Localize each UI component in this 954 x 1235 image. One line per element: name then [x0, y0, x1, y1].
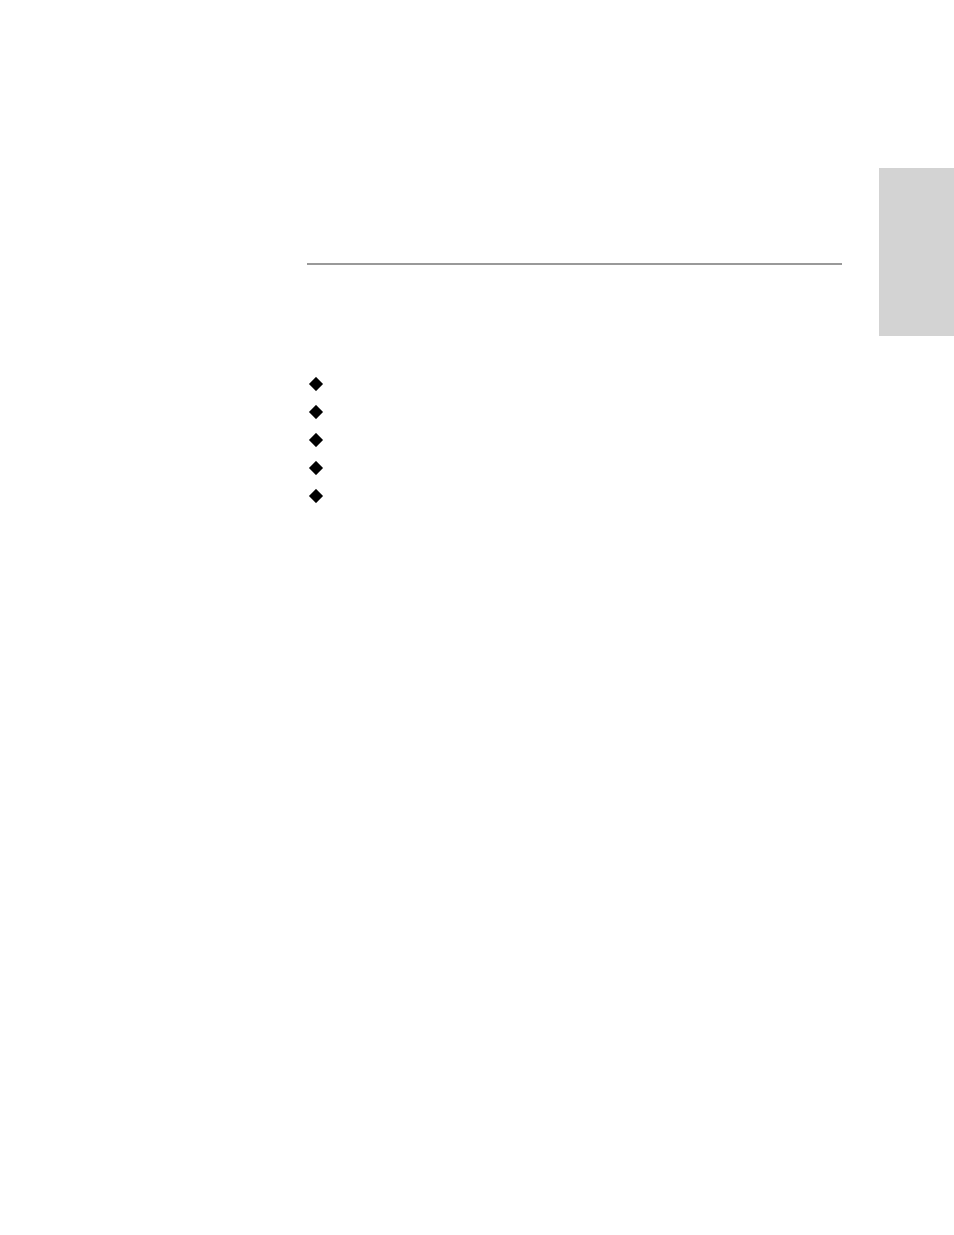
diamond-bullet-icon — [309, 377, 323, 391]
list-item — [311, 454, 842, 482]
list-item — [311, 370, 842, 398]
content-area — [307, 263, 842, 510]
diamond-bullet-icon — [309, 461, 323, 475]
horizontal-rule — [307, 263, 842, 265]
diamond-bullet-icon — [309, 433, 323, 447]
bullet-list — [311, 370, 842, 510]
side-tab — [879, 168, 954, 336]
diamond-bullet-icon — [309, 405, 323, 419]
diamond-bullet-icon — [309, 489, 323, 503]
list-item — [311, 426, 842, 454]
list-item — [311, 398, 842, 426]
list-item — [311, 482, 842, 510]
